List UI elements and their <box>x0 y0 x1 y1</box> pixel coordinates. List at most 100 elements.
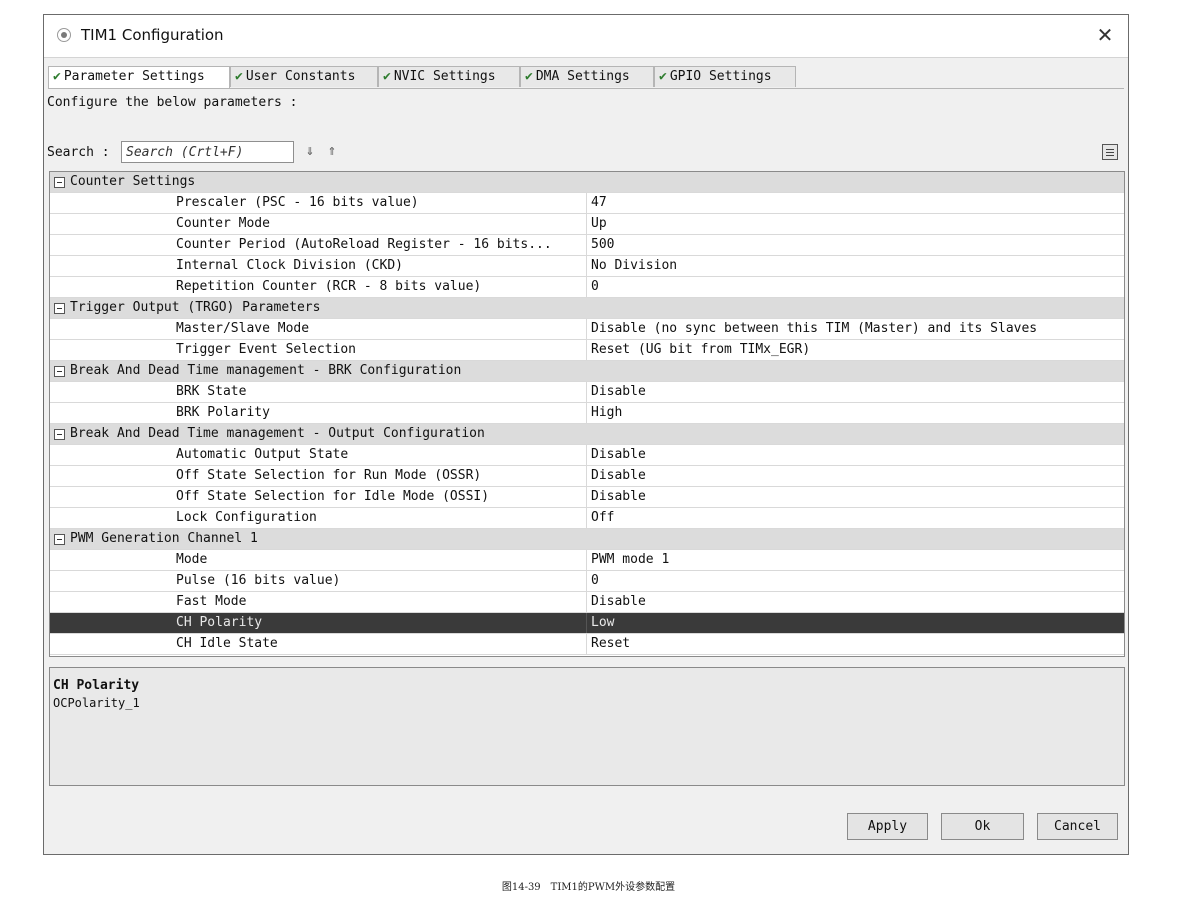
search-input[interactable] <box>121 141 294 163</box>
tab-gpio-settings[interactable]: ✔ GPIO Settings <box>654 66 796 87</box>
param-value[interactable]: High <box>586 403 1124 423</box>
collapse-icon[interactable] <box>54 429 65 440</box>
param-row[interactable]: BRK State Disable <box>50 382 1124 403</box>
param-row[interactable]: Internal Clock Division (CKD) No Divisio… <box>50 256 1124 277</box>
param-row[interactable]: BRK Polarity High <box>50 403 1124 424</box>
param-value[interactable]: Reset <box>586 634 1124 654</box>
param-value[interactable]: Low <box>586 613 1124 633</box>
collapse-icon[interactable] <box>54 366 65 377</box>
section-row-output-configuration[interactable]: Break And Dead Time management - Output … <box>50 424 1124 445</box>
tab-label: NVIC Settings <box>393 69 496 84</box>
param-row[interactable]: Prescaler (PSC - 16 bits value) 47 <box>50 193 1124 214</box>
title-bar: TIM1 Configuration ✕ <box>44 15 1128 58</box>
description-panel: CH Polarity OCPolarity_1 <box>49 667 1125 786</box>
param-row[interactable]: Repetition Counter (RCR - 8 bits value) … <box>50 277 1124 298</box>
param-name: CH Idle State <box>176 636 278 651</box>
description-title: CH Polarity <box>53 678 140 693</box>
param-name: Counter Period (AutoReload Register - 16… <box>176 237 552 252</box>
param-name: BRK Polarity <box>176 405 270 420</box>
param-value[interactable]: Disable <box>586 445 1124 465</box>
param-row[interactable]: Pulse (16 bits value) 0 <box>50 571 1124 592</box>
tab-label: Parameter Settings <box>63 69 205 84</box>
check-icon: ✔ <box>383 69 391 84</box>
param-value[interactable]: Disable <box>586 487 1124 507</box>
section-title: Trigger Output (TRGO) Parameters <box>70 300 321 315</box>
param-value[interactable]: 0 <box>586 277 1124 297</box>
param-name: Internal Clock Division (CKD) <box>176 258 403 273</box>
section-row-counter-settings[interactable]: Counter Settings <box>50 172 1124 193</box>
section-row-pwm-channel-1[interactable]: PWM Generation Channel 1 <box>50 529 1124 550</box>
param-row[interactable]: Fast Mode Disable <box>50 592 1124 613</box>
check-icon: ✔ <box>659 69 667 84</box>
param-row-selected[interactable]: CH Polarity Low <box>50 613 1124 634</box>
param-name: Automatic Output State <box>176 447 349 462</box>
tab-bar: ✔ Parameter Settings ✔ User Constants ✔ NVI… <box>48 66 1124 89</box>
collapse-icon[interactable] <box>54 177 65 188</box>
param-value[interactable]: Disable <box>586 592 1124 612</box>
section-row-brk-configuration[interactable]: Break And Dead Time management - BRK Con… <box>50 361 1124 382</box>
section-row-trigger-output[interactable]: Trigger Output (TRGO) Parameters <box>50 298 1124 319</box>
collapse-icon[interactable] <box>54 303 65 314</box>
ok-button[interactable]: Ok <box>941 813 1024 840</box>
collapse-icon[interactable] <box>54 534 65 545</box>
section-title: PWM Generation Channel 1 <box>70 531 258 546</box>
check-icon: ✔ <box>53 69 61 84</box>
app-icon <box>57 28 71 42</box>
param-value[interactable]: Disable (no sync between this TIM (Maste… <box>586 319 1124 339</box>
parameter-grid: Counter Settings Prescaler (PSC - 16 bit… <box>49 171 1125 657</box>
apply-button[interactable]: Apply <box>847 813 928 840</box>
tab-user-constants[interactable]: ✔ User Constants <box>230 66 378 87</box>
description-text: OCPolarity_1 <box>53 696 140 710</box>
param-row[interactable]: Counter Period (AutoReload Register - 16… <box>50 235 1124 256</box>
param-value[interactable]: 0 <box>586 571 1124 591</box>
section-title: Break And Dead Time management - BRK Con… <box>70 363 462 378</box>
param-value[interactable]: Disable <box>586 382 1124 402</box>
tab-dma-settings[interactable]: ✔ DMA Settings <box>520 66 654 87</box>
dialog-title: TIM1 Configuration <box>81 26 224 44</box>
param-value[interactable]: Up <box>586 214 1124 234</box>
param-name: CH Polarity <box>176 615 263 630</box>
param-value[interactable]: Off <box>586 508 1124 528</box>
tab-nvic-settings[interactable]: ✔ NVIC Settings <box>378 66 520 87</box>
param-value[interactable]: 47 <box>586 193 1124 213</box>
param-name: Repetition Counter (RCR - 8 bits value) <box>176 279 482 294</box>
check-icon: ✔ <box>235 69 243 84</box>
close-button[interactable]: ✕ <box>1092 22 1118 48</box>
param-name: Off State Selection for Run Mode (OSSR) <box>176 468 482 483</box>
param-name: Off State Selection for Idle Mode (OSSI) <box>176 489 490 504</box>
param-name: BRK State <box>176 384 247 399</box>
param-row[interactable]: Counter Mode Up <box>50 214 1124 235</box>
tab-parameter-settings[interactable]: ✔ Parameter Settings <box>48 66 230 88</box>
param-value[interactable]: PWM mode 1 <box>586 550 1124 570</box>
config-dialog: TIM1 Configuration ✕ ✔ Parameter Settings… <box>43 14 1129 855</box>
param-name: Fast Mode <box>176 594 247 609</box>
param-name: Mode <box>176 552 208 567</box>
param-name: Pulse (16 bits value) <box>176 573 341 588</box>
tab-label: User Constants <box>245 69 356 84</box>
param-name: Prescaler (PSC - 16 bits value) <box>176 195 419 210</box>
param-row[interactable]: CH Idle State Reset <box>50 634 1124 655</box>
param-row[interactable]: Mode PWM mode 1 <box>50 550 1124 571</box>
check-icon: ✔ <box>525 69 533 84</box>
list-view-icon[interactable] <box>1102 144 1118 160</box>
param-row[interactable]: Master/Slave Mode Disable (no sync betwe… <box>50 319 1124 340</box>
search-next-icon[interactable]: ⇓ <box>303 144 317 160</box>
section-title: Counter Settings <box>70 174 196 189</box>
param-row[interactable]: Off State Selection for Run Mode (OSSR) … <box>50 466 1124 487</box>
param-row[interactable]: Lock Configuration Off <box>50 508 1124 529</box>
param-row[interactable]: Automatic Output State Disable <box>50 445 1124 466</box>
param-value[interactable]: 500 <box>586 235 1124 255</box>
param-name: Trigger Event Selection <box>176 342 357 357</box>
param-name: Lock Configuration <box>176 510 317 525</box>
param-value[interactable]: Disable <box>586 466 1124 486</box>
figure-caption: 图14-39 TIM1的PWM外设参数配置 <box>501 882 676 893</box>
param-name: Master/Slave Mode <box>176 321 310 336</box>
param-value[interactable]: No Division <box>586 256 1124 276</box>
param-row[interactable]: Trigger Event Selection Reset (UG bit fr… <box>50 340 1124 361</box>
section-title: Break And Dead Time management - Output … <box>70 426 485 441</box>
param-row[interactable]: Off State Selection for Idle Mode (OSSI)… <box>50 487 1124 508</box>
param-value[interactable]: Reset (UG bit from TIMx_EGR) <box>586 340 1124 360</box>
cancel-button[interactable]: Cancel <box>1037 813 1118 840</box>
tab-label: GPIO Settings <box>669 69 772 84</box>
search-prev-icon[interactable]: ⇑ <box>325 144 339 160</box>
